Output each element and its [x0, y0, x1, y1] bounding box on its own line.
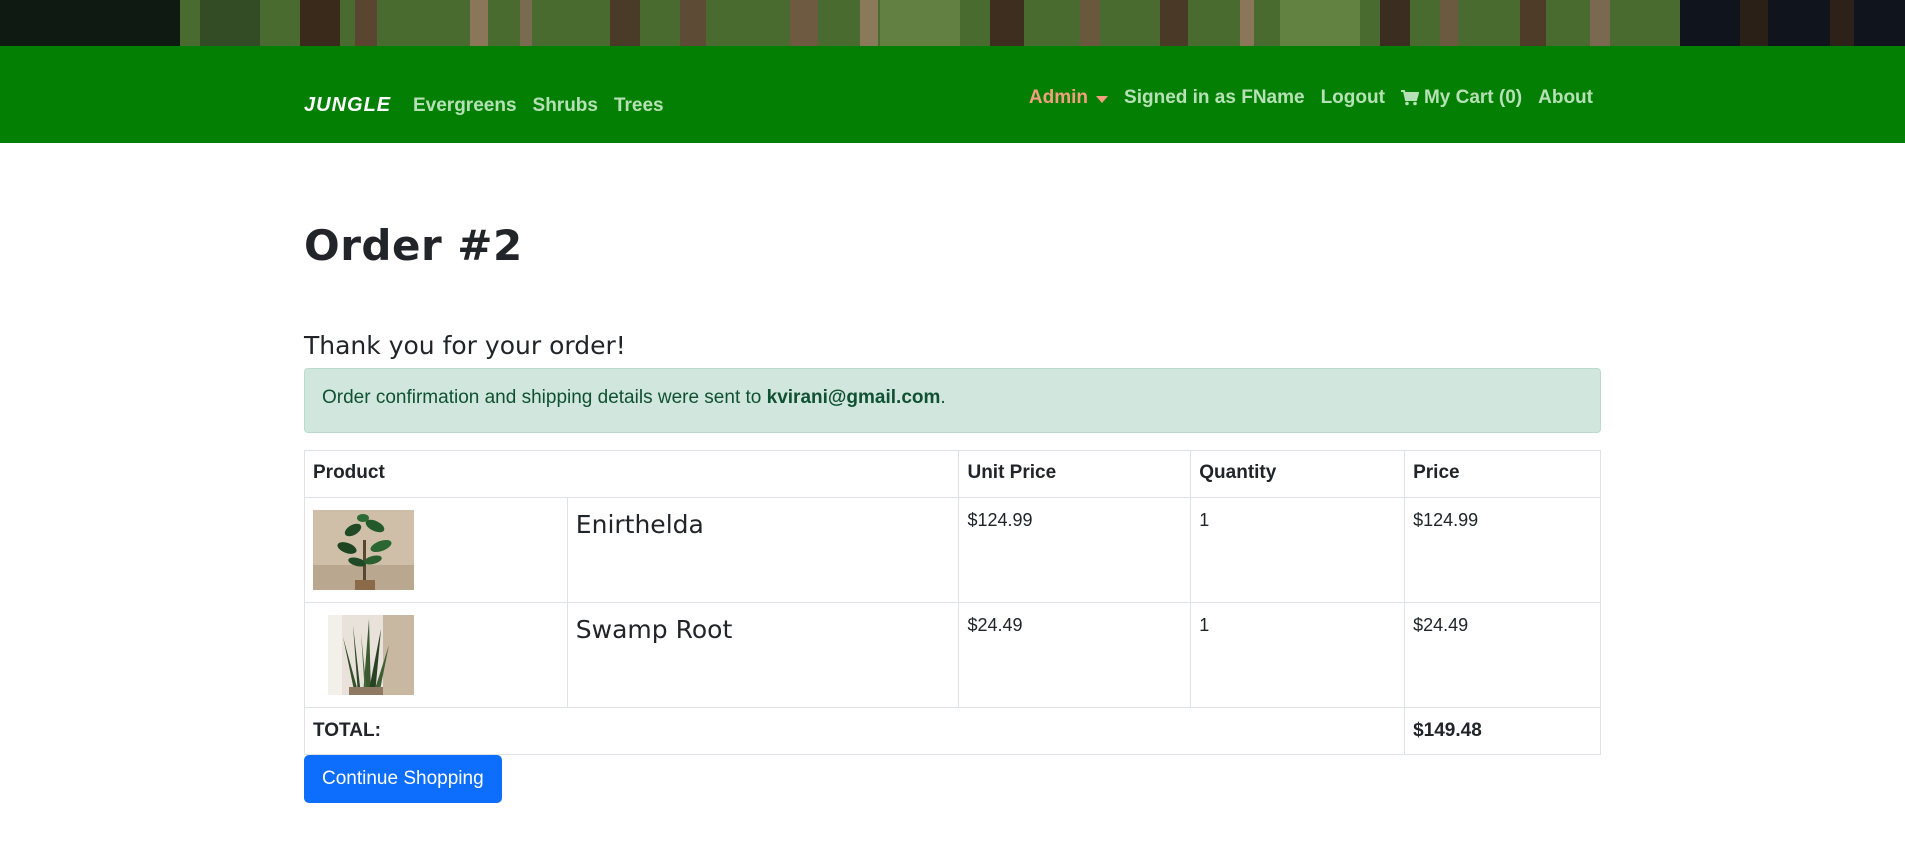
total-label: TOTAL:: [303, 707, 1406, 755]
cart-label: My Cart (0): [1423, 87, 1523, 108]
nav-shrubs[interactable]: Shrubs: [533, 95, 598, 117]
confirmation-alert: Order confirmation and shipping details …: [304, 368, 1601, 433]
account-nav: Admin Signed in as FName Logout My Cart …: [1029, 87, 1593, 109]
table-row: Swamp Root $24.49 1 $24.49: [304, 602, 1601, 708]
shopping-cart-icon: [1400, 90, 1419, 106]
header-quantity: Quantity: [1190, 450, 1406, 498]
total-row: TOTAL: $149.48: [303, 707, 1601, 755]
product-name[interactable]: Swamp Root: [576, 615, 951, 644]
product-image-cell: [304, 497, 568, 603]
about-link[interactable]: About: [1538, 87, 1593, 109]
total-value: $149.48: [1404, 707, 1601, 755]
unit-price-cell: $124.99: [958, 497, 1192, 603]
thank-you-heading: Thank you for your order!: [304, 331, 626, 360]
table-header-row: Product Unit Price Quantity Price: [303, 450, 1601, 498]
product-name-cell: Enirthelda: [566, 497, 960, 603]
order-table: Product Unit Price Quantity Price Enirth…: [303, 450, 1601, 755]
product-image-swamp-root[interactable]: [313, 615, 414, 695]
header-unit-price: Unit Price: [958, 450, 1192, 498]
price-cell: $24.49: [1404, 602, 1601, 708]
product-name-cell: Swamp Root: [566, 602, 960, 708]
caret-down-icon: [1096, 95, 1109, 103]
continue-shopping-button[interactable]: Continue Shopping: [304, 755, 502, 803]
quantity-cell: 1: [1190, 497, 1406, 603]
product-name[interactable]: Enirthelda: [576, 510, 951, 539]
category-nav: Evergreens Shrubs Trees: [413, 95, 664, 117]
table-row: Enirthelda $124.99 1 $124.99: [304, 497, 1601, 603]
signed-in-label[interactable]: Signed in as FName: [1124, 87, 1305, 109]
admin-dropdown[interactable]: Admin: [1028, 87, 1109, 109]
confirmation-suffix: .: [940, 387, 946, 408]
header-price: Price: [1404, 450, 1601, 498]
page-title: Order #2: [304, 221, 523, 270]
confirmation-email: kvirani@gmail.com: [766, 387, 941, 408]
nav-evergreens[interactable]: Evergreens: [413, 95, 517, 117]
cart-link[interactable]: My Cart (0): [1400, 87, 1523, 109]
quantity-cell: 1: [1190, 602, 1406, 708]
price-cell: $124.99: [1404, 497, 1601, 603]
product-image-cell: [304, 602, 568, 708]
admin-label: Admin: [1028, 87, 1089, 108]
forest-banner: [0, 0, 1905, 46]
header-product: Product: [303, 450, 960, 498]
logout-link[interactable]: Logout: [1321, 87, 1385, 109]
nav-trees[interactable]: Trees: [614, 95, 664, 117]
forest-banner-image: [0, 0, 1905, 46]
unit-price-cell: $24.49: [958, 602, 1192, 708]
confirmation-text: Order confirmation and shipping details …: [322, 387, 767, 408]
top-navbar: JUNGLE Evergreens Shrubs Trees Admin Sig…: [0, 46, 1905, 143]
brand-logo[interactable]: JUNGLE: [304, 94, 391, 117]
product-image-enirthelda[interactable]: [313, 510, 414, 590]
